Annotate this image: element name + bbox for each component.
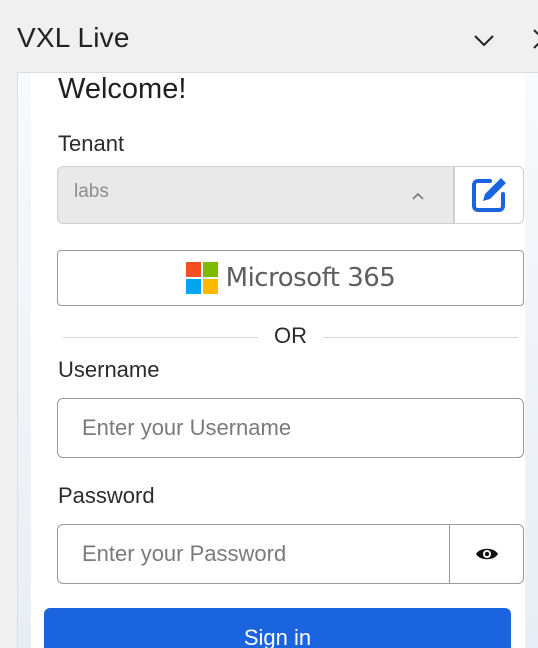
username-input[interactable]	[57, 398, 524, 458]
app-window: VXL Live Welcome! Tenant labs Microsoft …	[0, 0, 538, 648]
close-button[interactable]	[528, 24, 538, 54]
chevron-down-icon	[474, 35, 494, 47]
show-password-button[interactable]	[449, 524, 524, 584]
edit-icon	[472, 178, 506, 212]
chevron-up-icon	[412, 192, 424, 200]
login-card: Welcome! Tenant labs Microsoft 365 OR Us…	[31, 73, 525, 593]
tenant-select[interactable]: labs	[57, 166, 454, 224]
collapse-button[interactable]	[466, 22, 502, 58]
or-label: OR	[274, 323, 307, 348]
tenant-label: Tenant	[58, 131, 125, 156]
eye-icon	[475, 548, 498, 560]
edit-tenant-button[interactable]	[454, 166, 524, 224]
close-icon	[533, 29, 538, 49]
divider-line-right	[323, 337, 518, 338]
app-title: VXL Live	[17, 22, 130, 53]
tenant-value: labs	[74, 181, 109, 202]
username-label: Username	[58, 357, 160, 382]
welcome-heading: Welcome!	[58, 73, 187, 105]
login-panel: Welcome! Tenant labs Microsoft 365 OR Us…	[17, 72, 538, 648]
title-bar: VXL Live	[0, 0, 538, 72]
sign-in-button[interactable]: Sign in	[44, 608, 511, 648]
password-input[interactable]	[57, 524, 450, 584]
password-label: Password	[58, 483, 155, 508]
microsoft-label: Microsoft 365	[225, 263, 396, 293]
or-divider: OR	[63, 323, 518, 351]
microsoft-logo-icon	[185, 262, 218, 294]
microsoft-365-button[interactable]: Microsoft 365	[57, 250, 524, 306]
